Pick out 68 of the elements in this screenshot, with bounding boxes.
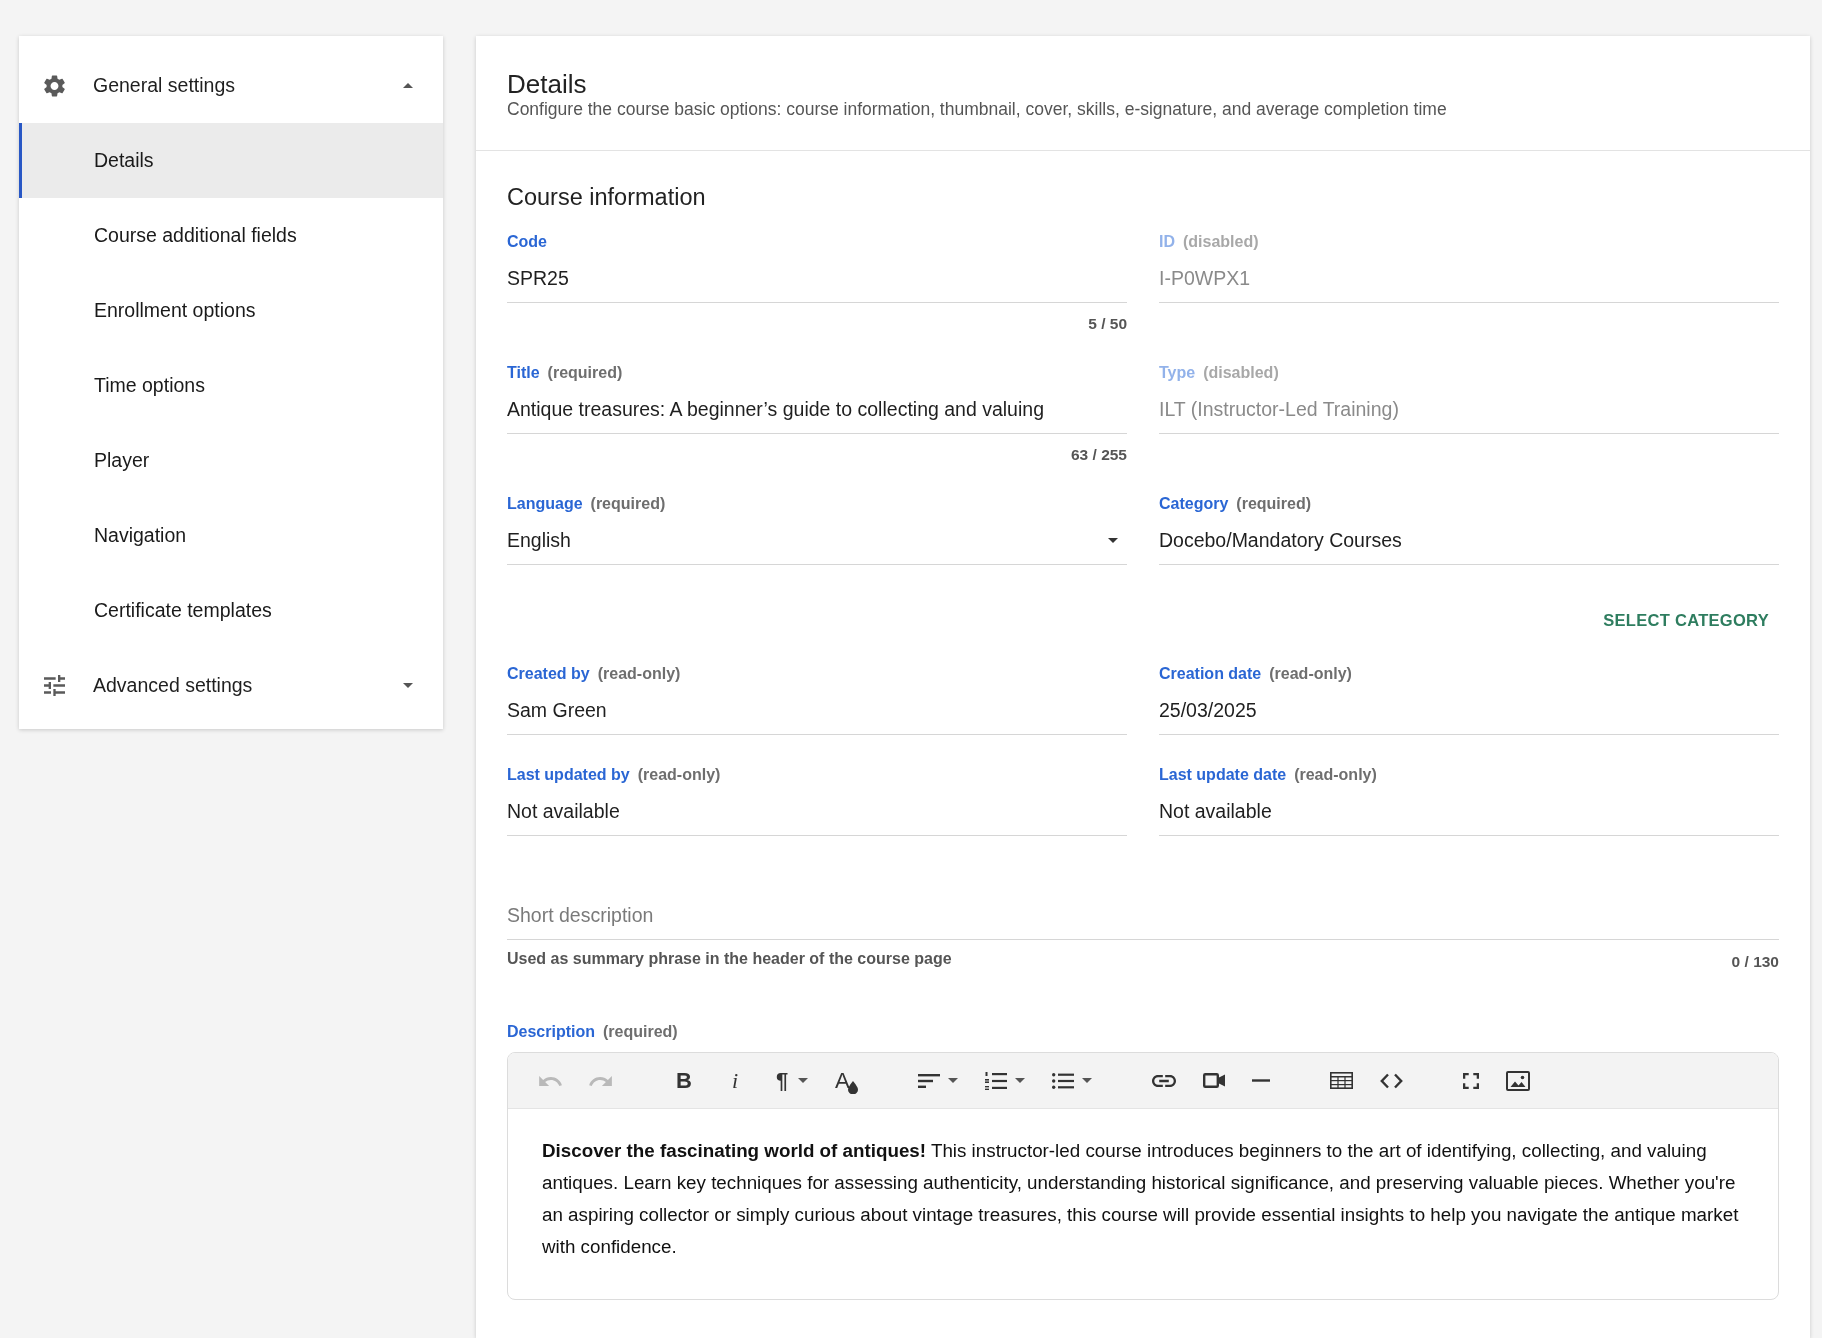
text-field[interactable]: SPR25	[507, 266, 1127, 303]
fullscreen-icon	[1462, 1072, 1479, 1089]
gear-icon	[44, 74, 65, 97]
field-label: Type	[1159, 364, 1196, 381]
description-editor[interactable]: Discover the fascinating world of antiques! This instructor-led course introduces beginners to the art of identifying, collecting, and valuing antiques. Learn key techniques for assessing authenticity, understanding historical significance, and preserving valuable pieces. Whether you're an aspiring collector or simply curious about vintage treasures, this course will provide essential insights to help you navigate the antique market with confidence.	[508, 1109, 1778, 1299]
text-field[interactable]: Sam Green	[507, 698, 1127, 735]
horizontal-line-icon	[1251, 1079, 1270, 1082]
table-icon	[1329, 1072, 1353, 1089]
page-title: Details	[507, 69, 588, 99]
character-counter: 63 / 255	[1069, 446, 1127, 464]
sidebar-item[interactable]: Details	[19, 123, 443, 198]
link-icon	[1151, 1074, 1176, 1087]
field-note: (disabled)	[1203, 364, 1279, 381]
caret-icon	[1108, 537, 1118, 543]
section-toggle[interactable]: Advanced settings	[19, 648, 443, 723]
field-label: Created by	[507, 665, 590, 682]
text-field[interactable]: Not available	[507, 799, 1127, 836]
field-note: (required)	[590, 495, 666, 512]
section-heading: Course information	[507, 184, 707, 210]
code-icon	[1379, 1072, 1403, 1089]
field-label: ID	[1159, 233, 1175, 250]
field-label: Language	[507, 495, 583, 512]
sidebar-item[interactable]: Player	[19, 423, 443, 498]
sidebar-item[interactable]: Course additional fields	[19, 198, 443, 273]
bullet-list-icon	[1051, 1072, 1074, 1089]
field-note: (required)	[603, 1023, 678, 1040]
text-color-button[interactable]: A	[829, 1060, 864, 1101]
text-field[interactable]: Short description	[507, 903, 1779, 940]
field-label: Title	[507, 364, 540, 381]
text-field[interactable]: Antique treasures: A beginner’s guide to collecting and valuing	[507, 397, 1127, 434]
video-camera-icon	[1202, 1073, 1225, 1088]
field-note: (read-only)	[1269, 665, 1352, 682]
field-label: Description	[507, 1023, 595, 1040]
field-note: (read-only)	[1294, 766, 1377, 783]
page-subtitle: Configure the course basic options: course information, thumbnail, cover, skills, e-signature, and average completion time	[507, 99, 1448, 119]
italic-button[interactable]: i	[717, 1060, 753, 1101]
sidebar-item[interactable]: Time options	[19, 348, 443, 423]
paragraph-button[interactable]: ¶	[768, 1060, 814, 1101]
dropdown-field[interactable]: English	[507, 528, 1127, 565]
field-label: Last update date	[1159, 766, 1287, 783]
field-note: (disabled)	[1183, 233, 1259, 250]
field-label: Creation date	[1159, 665, 1262, 682]
field-note: (required)	[1236, 495, 1312, 512]
text-field[interactable]: 25/03/2025	[1159, 698, 1779, 735]
character-counter: 0 / 130	[1731, 953, 1779, 971]
text-field[interactable]: Not available	[1159, 799, 1779, 836]
field-label: Category	[1159, 495, 1229, 512]
undo-icon	[539, 1075, 562, 1086]
sidebar-item[interactable]: Navigation	[19, 498, 443, 573]
field-label: Last updated by	[507, 766, 630, 783]
field-note: (read-only)	[637, 766, 721, 783]
field-note: (required)	[547, 364, 623, 381]
ink-drop-icon	[847, 1080, 858, 1094]
text-field[interactable]: Docebo/Mandatory Courses	[1159, 528, 1779, 565]
field-label: Code	[507, 233, 547, 250]
bold-button[interactable]: B	[666, 1060, 702, 1101]
sidebar-item[interactable]: Enrollment options	[19, 273, 443, 348]
select-category-button[interactable]: SELECT CATEGORY	[1593, 606, 1779, 634]
sliders-icon	[44, 675, 65, 696]
sidebar-item[interactable]: Certificate templates	[19, 573, 443, 648]
image-icon	[1505, 1070, 1530, 1091]
align-left-icon	[917, 1073, 940, 1088]
field-note: (read-only)	[597, 665, 681, 682]
redo-icon	[589, 1075, 612, 1086]
numbered-list-icon	[984, 1071, 1007, 1090]
character-counter: 5 / 50	[1087, 315, 1127, 333]
helper-text: Used as summary phrase in the header of the course page	[507, 950, 952, 968]
section-toggle[interactable]: General settings	[19, 48, 443, 123]
